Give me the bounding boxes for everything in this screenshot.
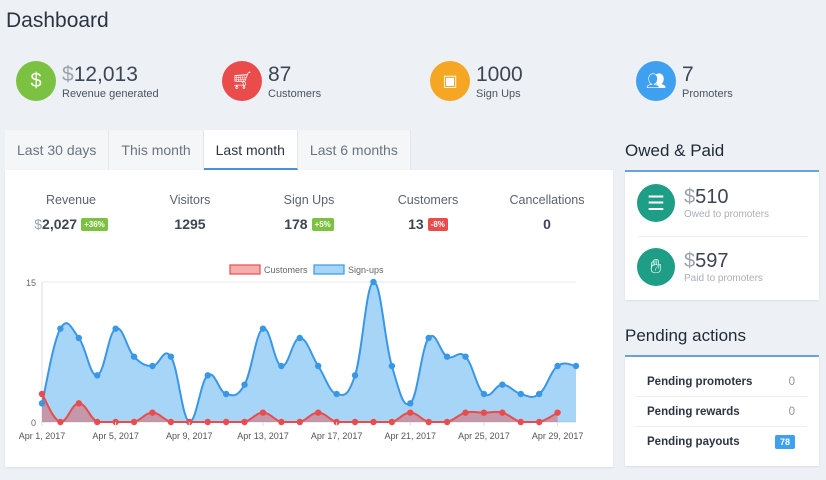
row-label: Pending payouts [647, 436, 740, 448]
currency: $ [62, 62, 74, 86]
pending-rewards-row[interactable]: Pending rewards 0 [635, 397, 807, 427]
amount-label: Paid to promoters [684, 273, 763, 284]
tab-last-month[interactable]: Last month [203, 130, 298, 170]
divider [637, 236, 807, 237]
kpi-label: Cancellations [509, 193, 585, 207]
currency: $ [684, 250, 696, 272]
kpi-value: 1295 [174, 216, 206, 232]
kpi-visitors: Visitors 1295 [130, 193, 250, 232]
stat-revenue: $ $12,013 Revenue generated [16, 61, 159, 101]
owed-item: ☰ $510 Owed to promoters [637, 184, 769, 222]
change-badge: -8% [427, 218, 448, 231]
stat-signups: ▣ 1000 Sign Ups [430, 61, 523, 101]
kpi-signups: Sign Ups 178 +5% [249, 193, 369, 232]
kpi-value: 2,027 [42, 216, 78, 232]
row-count: 0 [788, 375, 795, 388]
kpi-label: Revenue [45, 193, 97, 207]
row-count: 0 [788, 405, 795, 418]
owed-paid-title: Owed & Paid [625, 141, 725, 160]
tab-this-month[interactable]: This month [109, 130, 204, 170]
stat-label: Customers [268, 87, 322, 100]
coins-icon: ☰ [637, 184, 675, 222]
stat-value: 12,013 [73, 62, 138, 86]
tab-last-6-months[interactable]: Last 6 months [297, 130, 411, 170]
change-badge: +36% [81, 218, 108, 231]
pending-promoters-row[interactable]: Pending promoters 0 [635, 367, 807, 397]
kpi-customers: Customers 13 -8% [368, 193, 488, 232]
kpi-label: Sign Ups [283, 193, 335, 207]
page-title: Dashboard [6, 9, 109, 32]
stat-label: Revenue generated [62, 87, 159, 100]
currency: $ [34, 216, 43, 232]
kpi-value: 0 [543, 216, 551, 232]
pending-actions-card: Pending promoters 0 Pending rewards 0 Pend… [625, 355, 819, 466]
row-count-badge: 78 [774, 435, 795, 449]
hand-coins-icon: ✋︎ [637, 248, 675, 286]
stat-customers: 🛒︎ 87 Customers [222, 61, 321, 101]
owed-paid-card: ☰ $510 Owed to promoters ✋︎ $597 Paid to p… [625, 170, 819, 300]
stat-value: 1000 [476, 62, 523, 86]
users-icon: 👥︎ [636, 61, 676, 101]
kpi-value: 178 [284, 216, 308, 232]
amount-label: Owed to promoters [684, 209, 770, 220]
kpi-value: 13 [408, 216, 424, 232]
paid-item: ✋︎ $597 Paid to promoters [637, 248, 763, 286]
kpi-cancellations: Cancellations 0 [487, 193, 607, 232]
tab-last-30-days[interactable]: Last 30 days [5, 130, 110, 170]
stat-promoters: 👥︎ 7 Promoters [636, 61, 733, 101]
cart-icon: 🛒︎ [222, 61, 262, 101]
pending-actions-title: Pending actions [625, 326, 746, 345]
change-badge: +5% [311, 218, 334, 231]
pending-payouts-row[interactable]: Pending payouts 78 [635, 427, 807, 457]
stat-label: Sign Ups [476, 87, 521, 100]
stat-value: 7 [682, 62, 694, 86]
period-tabs: Last 30 days This month Last month Last … [5, 130, 411, 170]
dollar-icon: $ [16, 61, 56, 101]
stats-panel: Revenue $2,027 +36% Visitors 1295 Sign Ups 1… [5, 170, 613, 467]
amount: 510 [695, 186, 729, 208]
stat-value: 87 [268, 62, 292, 86]
row-label: Pending rewards [647, 405, 740, 418]
kpi-revenue: Revenue $2,027 +36% [11, 193, 131, 232]
row-label: Pending promoters [647, 375, 753, 388]
kpi-label: Visitors [169, 193, 211, 207]
contact-book-icon: ▣ [430, 61, 470, 101]
kpi-label: Customers [397, 193, 459, 207]
amount: 597 [695, 250, 729, 272]
currency: $ [684, 186, 696, 208]
stat-label: Promoters [682, 87, 733, 100]
